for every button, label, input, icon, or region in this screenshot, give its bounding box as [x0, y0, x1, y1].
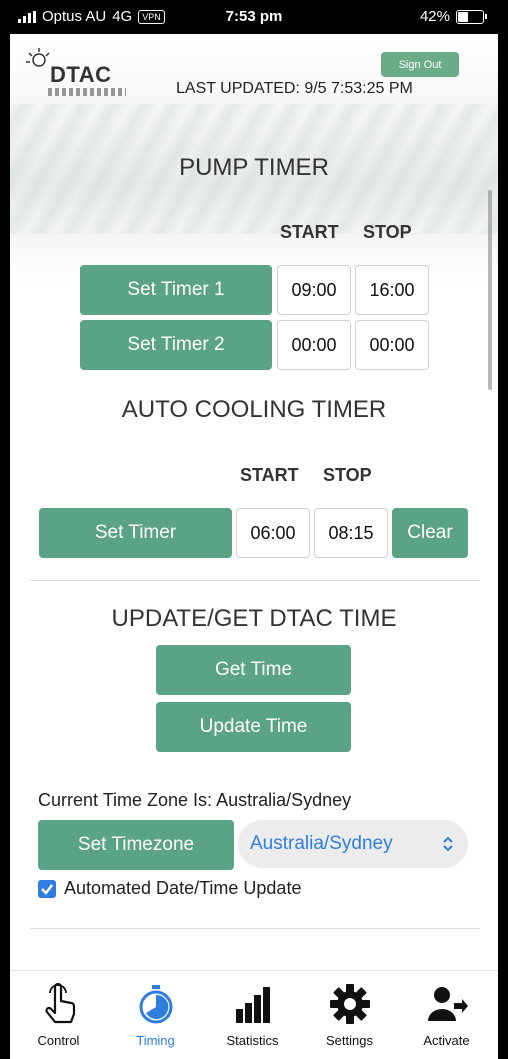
set-cooling-timer-button[interactable]: Set Timer	[39, 508, 232, 558]
auto-update-row[interactable]: Automated Date/Time Update	[38, 878, 301, 899]
battery-info: 42%	[419, 8, 487, 25]
tab-settings[interactable]: Settings	[301, 971, 398, 1059]
timezone-select[interactable]: Australia/Sydney	[238, 820, 468, 868]
tab-timing[interactable]: Timing	[107, 971, 204, 1059]
timezone-selected-value: Australia/Sydney	[250, 833, 393, 854]
dtac-logo: DTAC	[24, 46, 134, 96]
gear-icon	[330, 984, 370, 1024]
bottom-tab-bar: Control Timing Statistics Settings Activ…	[10, 970, 498, 1059]
logo-text: DTAC	[50, 62, 112, 87]
update-time-button[interactable]: Update Time	[156, 702, 351, 752]
timer-1-start-input[interactable]: 09:00	[277, 265, 351, 315]
pump-stop-label: STOP	[363, 222, 412, 242]
cooling-stop-input[interactable]: 08:15	[314, 508, 388, 558]
sign-out-button[interactable]: Sign Out	[381, 52, 459, 77]
tab-control[interactable]: Control	[10, 971, 107, 1059]
set-timezone-button[interactable]: Set Timezone	[38, 820, 234, 870]
auto-update-label: Automated Date/Time Update	[64, 878, 302, 898]
tab-control-label: Control	[37, 1033, 80, 1048]
chevron-up-down-icon	[443, 836, 453, 852]
pump-start-label: START	[280, 222, 339, 242]
waves-icon	[48, 88, 126, 96]
battery-percent: 42%	[419, 8, 450, 25]
pump-timer-title: PUMP TIMER	[179, 154, 329, 181]
cooling-start-label: START	[240, 465, 299, 485]
set-timer-2-button[interactable]: Set Timer 2	[80, 320, 272, 370]
header: DTAC Sign Out LAST UPDATED: 9/5 7:53:25 …	[10, 34, 498, 284]
tab-statistics-label: Statistics	[226, 1033, 279, 1048]
dtac-time-title: UPDATE/GET DTAC TIME	[111, 605, 397, 632]
auto-cooling-title: AUTO COOLING TIMER	[121, 396, 387, 423]
set-timer-1-button[interactable]: Set Timer 1	[80, 265, 272, 315]
last-updated: LAST UPDATED: 9/5 7:53:25 PM	[176, 80, 413, 97]
auto-update-checkbox[interactable]	[38, 879, 56, 898]
divider	[30, 928, 480, 929]
get-time-button[interactable]: Get Time	[156, 645, 351, 695]
phone-screen: Optus AU 4G VPN 7:53 pm 42% DTAC Sign Ou…	[10, 0, 498, 1059]
battery-icon	[456, 9, 487, 24]
current-timezone-label: Current Time Zone Is: Australia/Sydney	[38, 790, 352, 810]
status-bar: Optus AU 4G VPN 7:53 pm 42%	[10, 0, 498, 34]
divider	[30, 580, 480, 581]
tab-timing-label: Timing	[136, 1033, 175, 1048]
tab-statistics[interactable]: Statistics	[204, 971, 301, 1059]
cooling-start-input[interactable]: 06:00	[236, 508, 310, 558]
timer-2-stop-input[interactable]: 00:00	[355, 320, 429, 370]
timer-1-stop-input[interactable]: 16:00	[355, 265, 429, 315]
user-arrow-icon	[428, 987, 468, 1021]
hand-pointer-icon	[45, 983, 76, 1024]
clear-button[interactable]: Clear	[392, 508, 468, 558]
tab-activate[interactable]: Activate	[398, 971, 495, 1059]
bar-chart-icon	[236, 987, 270, 1023]
tab-activate-label: Activate	[423, 1033, 470, 1048]
scrollbar[interactable]	[488, 190, 492, 390]
checkmark-icon	[41, 883, 53, 895]
cooling-stop-label: STOP	[323, 465, 372, 485]
timer-2-start-input[interactable]: 00:00	[277, 320, 351, 370]
tab-settings-label: Settings	[326, 1033, 373, 1048]
stopwatch-icon	[139, 985, 173, 1024]
